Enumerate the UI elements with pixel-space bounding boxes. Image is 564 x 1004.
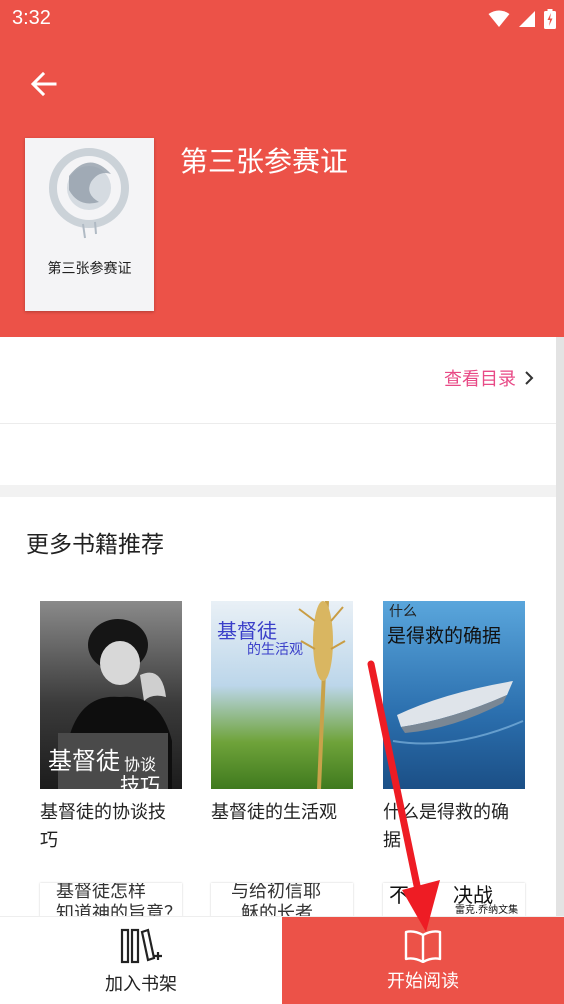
status-icons: [488, 9, 556, 29]
dragon-emblem-icon: [49, 148, 129, 239]
arrow-left-icon: [30, 71, 57, 97]
book-cover[interactable]: 第三张参赛证: [25, 138, 154, 311]
add-to-shelf-label: 加入书架: [105, 974, 177, 995]
recommended-book-partial[interactable]: 基督徒怎样 知道神的旨意？: [40, 883, 182, 917]
cover-text: 稣的长者: [241, 903, 313, 917]
book-name: 基督徒的生活观: [211, 802, 337, 823]
divider: [0, 423, 556, 424]
view-toc-label: 查看目录: [444, 369, 516, 390]
cover-text: 知道神的旨意？: [56, 903, 182, 917]
cover-text: 是得救的确据: [387, 625, 502, 647]
book-name: 什么是得救的确据: [383, 802, 509, 851]
cover-title: 第三张参赛证: [47, 261, 132, 277]
status-time: 3:32: [12, 7, 51, 29]
cover-text: 什么: [389, 604, 417, 620]
book-header: 第三张参赛证 第三张参赛证: [0, 40, 564, 337]
scrollbar[interactable]: [556, 337, 564, 917]
toc-card: 查看目录: [0, 337, 556, 485]
bottom-action-bar: 加入书架 开始阅读: [0, 916, 564, 1004]
chevron-right-icon: [525, 371, 534, 385]
cover-text: 技巧: [120, 773, 160, 789]
recommended-book[interactable]: 基督徒 的生活观 基督徒的生活观: [211, 601, 353, 827]
add-to-shelf-button[interactable]: 加入书架: [0, 917, 282, 1004]
book-name: 基督徒的协谈技巧: [40, 802, 166, 851]
book-thumbnail[interactable]: 什么 是得救的确据: [383, 601, 525, 789]
book-thumbnail[interactable]: 基督徒 协谈 技巧: [40, 601, 182, 789]
recommendations-section: 更多书籍推荐 基督徒 协谈 技巧 基督徒的协谈技巧 基督徒 的生活观 基督徒的生…: [0, 497, 556, 917]
open-book-icon: [404, 930, 442, 963]
wifi-icon: [488, 10, 510, 27]
recommended-book[interactable]: 基督徒 协谈 技巧 基督徒的协谈技巧: [40, 601, 182, 855]
cover-text: 基督徒: [48, 747, 120, 775]
view-toc-link[interactable]: 查看目录: [444, 365, 534, 391]
recommended-book[interactable]: 什么 是得救的确据 什么是得救的确据: [383, 601, 525, 855]
signal-icon: [519, 11, 535, 27]
start-reading-label: 开始阅读: [387, 971, 459, 992]
recommendations-title: 更多书籍推荐: [26, 532, 164, 558]
start-reading-button[interactable]: 开始阅读: [282, 917, 564, 1004]
book-thumbnail[interactable]: 基督徒 的生活观: [211, 601, 353, 789]
recommended-book-partial[interactable]: 与给初信耶 稣的长者: [211, 883, 353, 917]
status-bar: 3:32: [0, 0, 564, 40]
recommended-book-partial[interactable]: 不 决战 雷克.乔纳文集: [383, 883, 525, 917]
book-title: 第三张参赛证: [180, 145, 349, 178]
bookshelf-add-icon: [120, 928, 162, 964]
cover-text: 雷克.乔纳文集: [455, 905, 519, 916]
cover-text: 不: [389, 883, 409, 907]
battery-icon: [544, 9, 556, 29]
cover-text: 的生活观: [247, 642, 303, 658]
back-button[interactable]: [22, 62, 66, 106]
